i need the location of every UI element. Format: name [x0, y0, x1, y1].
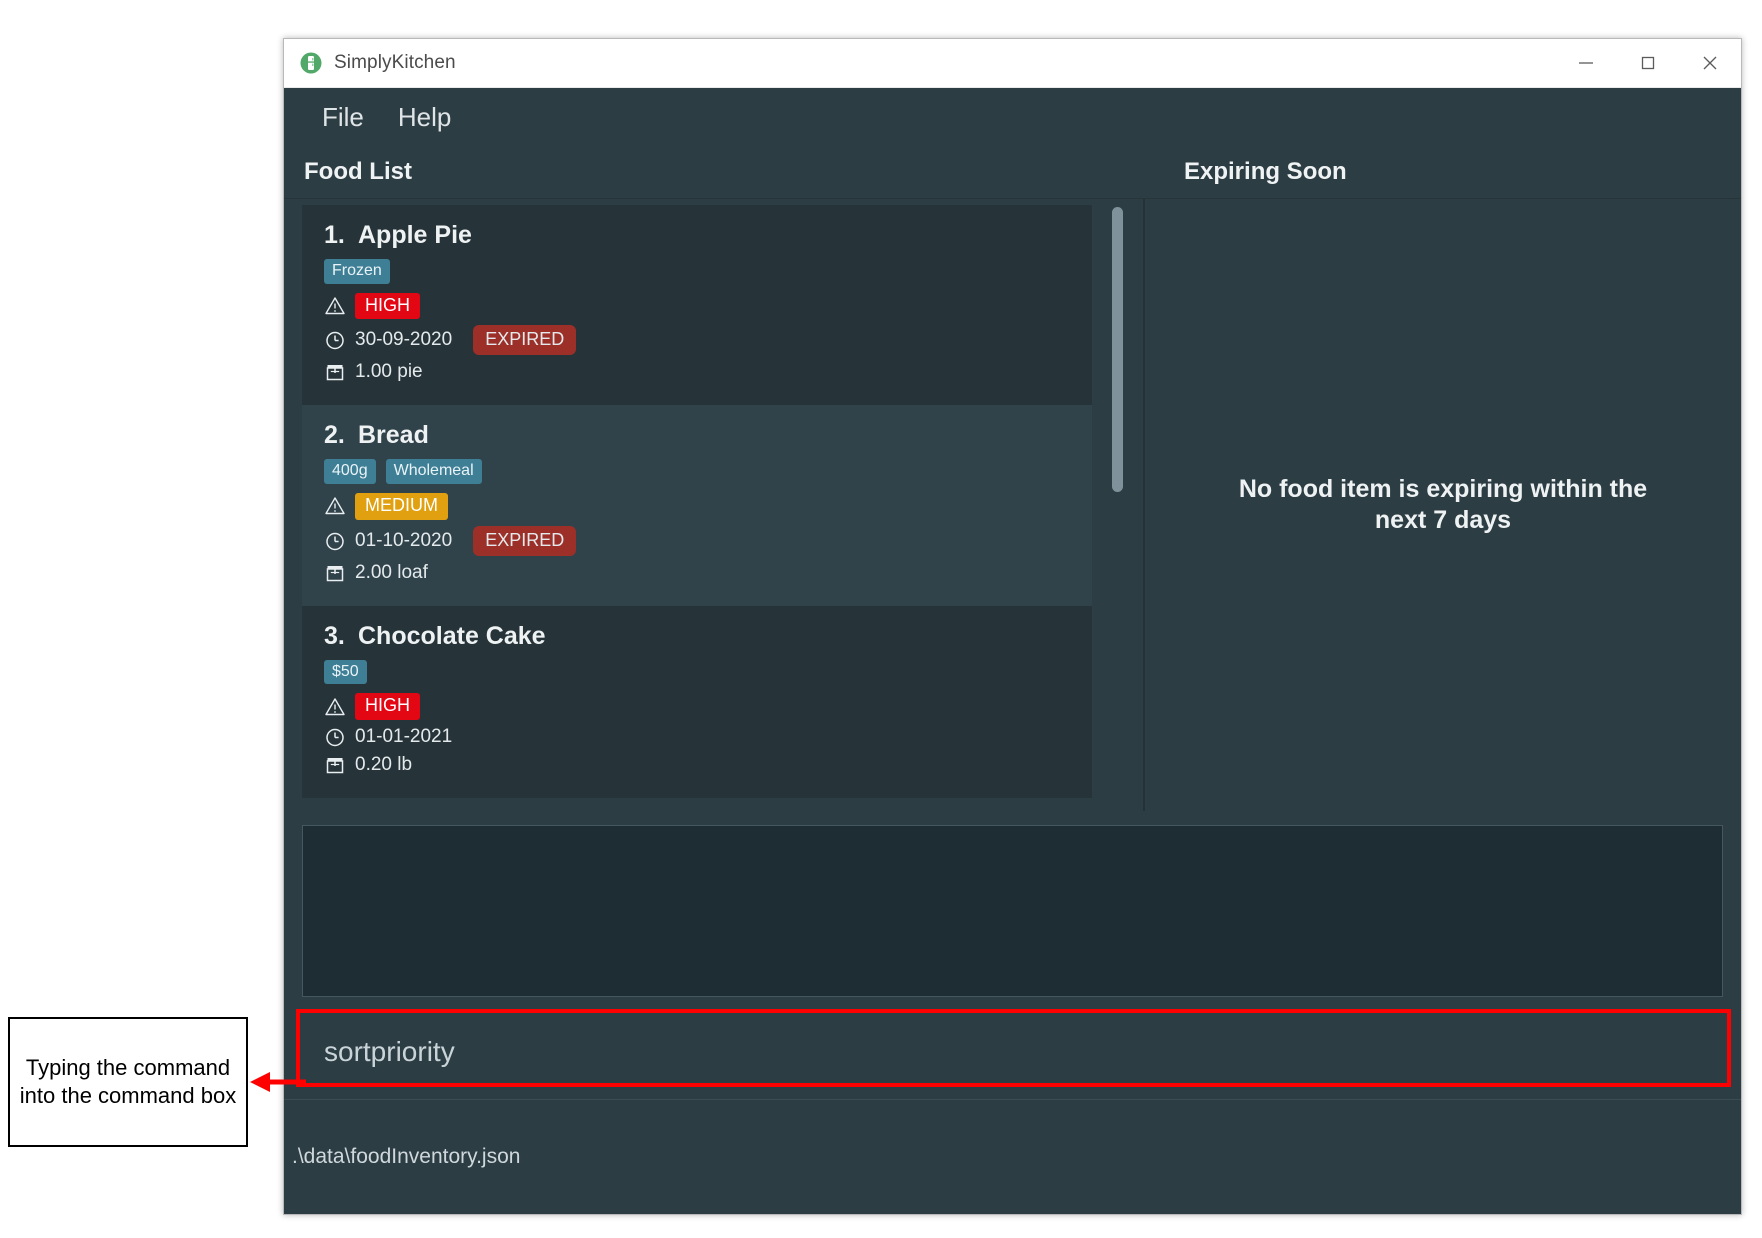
food-item-quantity: 2.00 loaf — [355, 561, 428, 583]
minimize-button[interactable] — [1555, 39, 1617, 87]
food-item-expired-badge: EXPIRED — [473, 525, 577, 556]
package-box-icon — [324, 562, 346, 584]
window-controls — [1555, 39, 1741, 87]
scrollbar-thumb[interactable] — [1112, 207, 1123, 492]
annotation-text: Typing the command into the command box — [19, 1054, 237, 1108]
menu-item-help[interactable]: Help — [384, 100, 465, 135]
food-list-scrollbar[interactable] — [1109, 205, 1125, 805]
food-item-quantity: 0.20 lb — [355, 754, 413, 776]
command-input-value: sortpriority — [324, 1036, 455, 1067]
food-item-quantity-row: 1.00 pie — [324, 361, 1092, 383]
maximize-button[interactable] — [1617, 39, 1679, 87]
warning-triangle-icon — [324, 696, 346, 718]
main-split-pane: 1. Apple Pie Frozen HIGH 30-09-2020 EXPI… — [284, 199, 1741, 811]
result-display-box — [302, 825, 1723, 997]
food-list-header: Food List — [304, 158, 412, 185]
package-box-icon — [324, 361, 346, 383]
food-item-expiry-row: 01-10-2020 EXPIRED — [324, 525, 1092, 556]
food-item-tag: Wholemeal — [385, 459, 482, 484]
food-item-expiry-date: 01-10-2020 — [355, 529, 453, 551]
food-item-tag: Frozen — [324, 259, 390, 284]
food-item-expiry-row: 30-09-2020 EXPIRED — [324, 325, 1092, 356]
result-area — [284, 811, 1741, 997]
close-icon — [1699, 52, 1721, 74]
annotation-arrow-icon — [248, 1068, 308, 1096]
food-item-quantity-row: 2.00 loaf — [324, 562, 1092, 584]
food-item-expiry-date: 01-01-2021 — [355, 726, 453, 748]
food-item-index: 2. — [324, 421, 345, 450]
food-item-title: 1. Apple Pie — [324, 221, 1092, 250]
food-item-priority-badge: HIGH — [355, 292, 420, 320]
status-bar-file-path: .\data\foodInventory.json — [292, 1145, 521, 1168]
food-list-item[interactable]: 1. Apple Pie Frozen HIGH 30-09-2020 EXPI… — [302, 205, 1092, 406]
screenshot-root: SimplyKitchen File Help Food List Expiri… — [0, 0, 1762, 1238]
food-item-tag: 400g — [324, 459, 376, 484]
food-item-tags: Frozen — [324, 259, 1092, 284]
food-item-expiry-row: 01-01-2021 — [324, 726, 1092, 748]
menu-bar: File Help — [284, 88, 1741, 146]
food-list-item[interactable]: 2. Bread 400g Wholemeal MEDIUM 01-10-202… — [302, 405, 1092, 606]
clock-icon — [324, 726, 346, 748]
food-list[interactable]: 1. Apple Pie Frozen HIGH 30-09-2020 EXPI… — [302, 205, 1120, 805]
expiring-soon-pane: No food item is expiring within the next… — [1145, 199, 1741, 811]
food-item-title: 2. Bread — [324, 421, 1092, 450]
maximize-icon — [1637, 52, 1659, 74]
package-box-icon — [324, 754, 346, 776]
food-item-name: Chocolate Cake — [358, 621, 546, 650]
food-item-tags: $50 — [324, 659, 1092, 685]
clock-icon — [324, 530, 346, 552]
minimize-icon — [1575, 52, 1597, 74]
title-bar: SimplyKitchen — [284, 39, 1741, 88]
clock-icon — [324, 329, 346, 351]
food-list-pane: 1. Apple Pie Frozen HIGH 30-09-2020 EXPI… — [284, 199, 1143, 811]
window-title: SimplyKitchen — [334, 52, 456, 73]
food-item-name: Bread — [358, 421, 429, 450]
expiring-empty-message: No food item is expiring within the next… — [1238, 474, 1648, 534]
annotation-callout: Typing the command into the command box — [8, 1017, 248, 1147]
food-item-priority-row: HIGH — [324, 693, 1092, 721]
menu-item-file[interactable]: File — [308, 100, 378, 135]
status-bar: .\data\foodInventory.json — [284, 1099, 1741, 1214]
command-input-underline — [310, 1084, 1715, 1087]
food-item-priority-row: HIGH — [324, 292, 1092, 320]
food-item-title: 3. Chocolate Cake — [324, 622, 1092, 651]
command-input[interactable]: sortpriority — [302, 1015, 1723, 1089]
food-item-tags: 400g Wholemeal — [324, 459, 1092, 484]
food-item-priority-badge: HIGH — [355, 693, 420, 721]
food-item-index: 3. — [324, 621, 345, 650]
title-bar-left: SimplyKitchen — [284, 52, 1555, 74]
food-item-expired-badge: EXPIRED — [473, 325, 577, 356]
food-item-priority-row: MEDIUM — [324, 492, 1092, 520]
fridge-icon — [300, 52, 322, 74]
food-item-quantity-row: 0.20 lb — [324, 754, 1092, 776]
food-item-expiry-date: 30-09-2020 — [355, 329, 453, 351]
food-item-tag: $50 — [324, 659, 367, 685]
food-item-quantity: 1.00 pie — [355, 361, 423, 383]
food-item-priority-badge: MEDIUM — [355, 492, 448, 520]
food-list-item[interactable]: 3. Chocolate Cake $50 HIGH 01-01-2021 0.… — [302, 605, 1092, 799]
close-button[interactable] — [1679, 39, 1741, 87]
food-item-name: Apple Pie — [358, 221, 472, 249]
expiring-soon-header: Expiring Soon — [1184, 158, 1347, 185]
food-item-index: 1. — [324, 221, 345, 249]
warning-triangle-icon — [324, 495, 346, 517]
warning-triangle-icon — [324, 295, 346, 317]
application-window: SimplyKitchen File Help Food List Expiri… — [283, 38, 1742, 1215]
panel-headers: Food List Expiring Soon — [284, 146, 1741, 199]
command-area: sortpriority — [284, 997, 1741, 1099]
